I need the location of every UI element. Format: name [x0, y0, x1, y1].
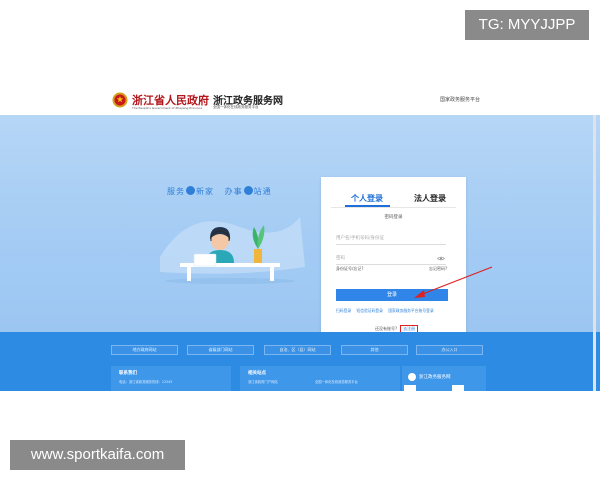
slogan-dot-icon: [186, 186, 195, 195]
password-input[interactable]: 密码: [336, 253, 446, 265]
province-gov-logo-subtitle: The People's Government of Zhejiang Prov…: [132, 106, 203, 110]
footer-provincial-dept-sites-button[interactable]: 省级部门网站: [187, 345, 254, 355]
site-footer: 地方政府网站 省级部门网站 自治、区（县）网站 其他 办公入口 联系我们 电话：…: [0, 332, 600, 391]
service-net-logo-subtitle: 全国一体化在线政务服务平台: [213, 105, 259, 109]
footer-county-sites-button[interactable]: 自治、区（县）网站: [264, 345, 331, 355]
footer-contact-panel: 联系我们 电话：浙江省政务服务热线：12345: [111, 366, 231, 391]
slogan-part-2: 新家: [196, 187, 214, 196]
page-scrollbar[interactable]: [593, 115, 596, 391]
footer-local-gov-sites-button[interactable]: 地方政府网站: [111, 345, 178, 355]
contact-text: 电话：浙江省政务服务热线：12345: [119, 380, 173, 384]
slogan-part-3: 办事: [224, 187, 243, 196]
red-annotation-arrow: [414, 266, 493, 298]
tg-badge: TG: MYYJJPP: [465, 10, 589, 40]
related-sites-title: 相关站点: [248, 371, 266, 376]
forgot-username-link[interactable]: 身份证号/忘记?: [336, 266, 363, 272]
show-password-eye-icon[interactable]: [437, 256, 445, 261]
contact-title: 联系我们: [119, 371, 137, 376]
login-card: 个人登录 法人登录 密码登录 用户名/手机号码/身份证 密码 身份证号/忘记? …: [321, 177, 466, 335]
tab-personal-login[interactable]: 个人登录: [351, 193, 383, 204]
qr-login-link[interactable]: 扫码登录: [336, 308, 351, 313]
related-site-link-2[interactable]: 全国一体化在线政务服务平台: [315, 379, 358, 384]
tab-divider: [331, 207, 456, 208]
related-site-link-1[interactable]: 浙江省政府门户网站: [248, 379, 278, 384]
register-prompt: 还没有账号?: [375, 326, 398, 331]
slogan-dot-icon: [243, 186, 253, 195]
customer-service-illustration: [160, 217, 305, 284]
slogan-part-1: 服务: [167, 187, 185, 196]
national-emblem-icon: [112, 92, 128, 108]
username-input[interactable]: 用户名/手机号码/身份证: [336, 233, 446, 245]
hero-slogan: 服务 新家 办事 站通: [167, 186, 272, 197]
alt-login-links: 扫码登录 短信验证码登录 国家政务服务平台账号登录: [336, 308, 438, 314]
login-page-screenshot: 浙江省人民政府 The People's Government of Zheji…: [0, 85, 600, 391]
sms-login-link[interactable]: 短信验证码登录: [356, 308, 383, 313]
footer-app-logo-text: 浙江政务服务网: [419, 375, 451, 380]
password-login-label[interactable]: 密码登录: [321, 214, 466, 220]
footer-other-button[interactable]: 其他: [341, 345, 408, 355]
slogan-part-4: 站通: [253, 187, 272, 196]
footer-app-panel: 浙江政务服务网: [402, 366, 486, 391]
site-header: 浙江省人民政府 The People's Government of Zheji…: [0, 85, 600, 115]
national-account-login-link[interactable]: 国家政务服务平台账号登录: [388, 308, 434, 313]
service-net-logo-icon: [408, 373, 416, 381]
qr-code-icon: [452, 385, 464, 391]
footer-office-entry-button[interactable]: 办公入口: [416, 345, 483, 355]
footer-related-sites-panel: 相关站点 浙江省政府门户网站 全国一体化在线政务服务平台: [240, 366, 400, 391]
qr-code-icon: [404, 385, 416, 391]
watermark-badge: www.sportkaifa.com: [10, 440, 185, 470]
national-platform-link[interactable]: 国家政务服务平台: [440, 96, 480, 103]
tab-legal-login[interactable]: 法人登录: [414, 193, 446, 204]
hero-banner: 服务 新家 办事 站通 个人登录 法人登录 密码登录 用户名/手机号码/身份证 …: [0, 115, 600, 335]
